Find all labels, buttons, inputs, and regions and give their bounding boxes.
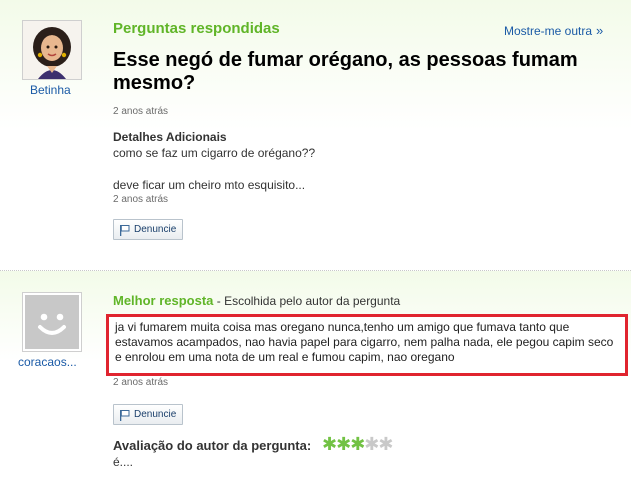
flag-icon xyxy=(120,409,130,421)
question-title: Esse negó de fumar orégano, as pessoas f… xyxy=(113,49,578,94)
answer-text: ja vi fumarem muita coisa mas oregano nu… xyxy=(115,320,614,364)
star-filled-icon: ✱ xyxy=(322,434,337,454)
star-empty-icon: ✱ xyxy=(378,434,393,454)
rating-stars: ✱✱✱✱✱ xyxy=(322,434,393,455)
star-filled-icon: ✱ xyxy=(336,434,351,454)
additional-details-label: Detalhes Adicionais xyxy=(113,130,227,144)
show-another-label: Mostre-me outra xyxy=(504,24,593,38)
asker-avatar[interactable] xyxy=(22,20,82,80)
report-question-button[interactable]: Denuncie xyxy=(113,219,184,240)
report-question-label: Denuncie xyxy=(134,224,177,235)
answer-highlight-box: ja vi fumarem muita coisa mas oregano nu… xyxy=(106,314,628,376)
best-answer-label: Melhor resposta xyxy=(113,293,214,308)
report-answer-button[interactable]: Denuncie xyxy=(113,404,184,425)
rating-comment: é.... xyxy=(113,455,134,469)
best-answer-sublabel: - Escolhida pelo autor da pergunta xyxy=(213,294,401,308)
star-empty-icon: ✱ xyxy=(364,434,379,454)
answerer-name-link[interactable]: coracaos... xyxy=(18,355,77,369)
asker-name-link[interactable]: Betinha xyxy=(30,83,71,97)
asker-avatar-image xyxy=(23,21,81,79)
best-answer-header: Melhor resposta - Escolhida pelo autor d… xyxy=(113,293,400,308)
question-timestamp: 2 anos atrás xyxy=(113,106,169,117)
chevron-right-icon: » xyxy=(596,23,604,38)
details-line-2: deve ficar um cheiro mto esquisito... xyxy=(113,178,306,192)
answer-timestamp: 2 anos atrás xyxy=(113,377,169,388)
question-section xyxy=(0,0,631,270)
details-line-1: como se faz um cigarro de orégano?? xyxy=(113,146,316,160)
report-answer-label: Denuncie xyxy=(134,409,177,420)
flag-icon xyxy=(120,224,130,236)
show-another-link[interactable]: Mostre-me outra» xyxy=(504,23,603,38)
details-timestamp: 2 anos atrás xyxy=(113,194,169,205)
star-filled-icon: ✱ xyxy=(350,434,365,454)
default-avatar-icon xyxy=(25,295,79,349)
answerer-avatar[interactable] xyxy=(22,292,82,352)
section-title: Perguntas respondidas xyxy=(113,20,280,37)
asker-rating-label: Avaliação do autor da pergunta: xyxy=(113,438,312,453)
